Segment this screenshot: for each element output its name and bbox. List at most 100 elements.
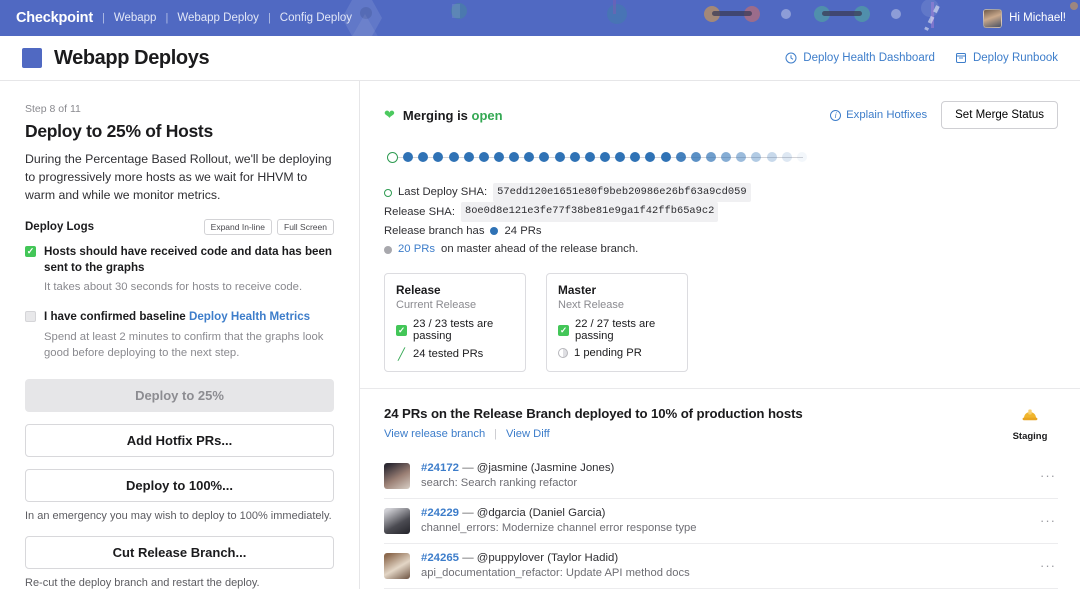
deploy-health-metrics-link[interactable]: Deploy Health Metrics <box>189 310 310 323</box>
progress-dot[interactable] <box>767 152 777 162</box>
deploy-health-dashboard-link[interactable]: Deploy Health Dashboard <box>785 52 935 64</box>
progress-dot[interactable] <box>736 152 746 162</box>
set-merge-status-button[interactable]: Set Merge Status <box>941 101 1058 129</box>
deploy-to-25-button[interactable]: Deploy to 25% <box>25 379 334 412</box>
checkbox-checked-icon[interactable] <box>25 246 36 257</box>
progress-dot[interactable] <box>524 152 534 162</box>
progress-dot[interactable] <box>464 152 474 162</box>
explain-hotfixes-link[interactable]: i Explain Hotfixes <box>830 109 927 121</box>
progress-dot-current[interactable] <box>387 152 398 163</box>
master-ahead-text: on master ahead of the release branch. <box>441 240 638 259</box>
progress-dot[interactable] <box>691 152 701 162</box>
deploy-to-100-button[interactable]: Deploy to 100%... <box>25 469 334 502</box>
progress-dot[interactable] <box>645 152 655 162</box>
progress-dot[interactable] <box>479 152 489 162</box>
check-badge-icon: ✓ <box>396 325 407 336</box>
pr-number[interactable]: #24172 <box>421 462 459 474</box>
pr-description: channel_errors: Modernize channel error … <box>421 522 1029 534</box>
sha-info-block: Last Deploy SHA: 57edd120e1651e80f9beb20… <box>384 183 1058 259</box>
master-card: Master Next Release ✓ 22 / 27 tests are … <box>546 273 688 372</box>
progress-dot[interactable] <box>418 152 428 162</box>
pending-icon <box>558 348 568 358</box>
progress-dot[interactable] <box>403 152 413 162</box>
progress-dot[interactable] <box>585 152 595 162</box>
pr-number[interactable]: #24265 <box>421 552 459 564</box>
view-diff-link[interactable]: View Diff <box>506 428 550 440</box>
master-card-title: Master <box>558 283 676 297</box>
pr-more-menu-icon[interactable]: ··· <box>1040 468 1058 483</box>
pr-number[interactable]: #24229 <box>421 507 459 519</box>
pr-author-handle: @jasmine <box>477 462 528 474</box>
pr-author-avatar <box>384 463 410 489</box>
master-card-pending-row: 1 pending PR <box>558 347 676 359</box>
deploy-runbook-link[interactable]: Deploy Runbook <box>955 52 1058 64</box>
progress-dot[interactable] <box>797 152 807 162</box>
header-links: Deploy Health Dashboard Deploy Runbook <box>785 52 1058 64</box>
pr-row[interactable]: #24229 — @dgarcia (Daniel Garcia) channel… <box>384 498 1058 543</box>
pr-dash: — <box>462 462 473 474</box>
release-card-prs-row: ╱ 24 tested PRs <box>396 347 514 361</box>
checklist-item-label: I have confirmed baseline Deploy Health … <box>44 309 334 325</box>
progress-dot[interactable] <box>449 152 459 162</box>
pr-description: api_documentation_refactor: Update API m… <box>421 567 1029 579</box>
merge-status-text: Merging is open <box>403 108 503 123</box>
progress-dot[interactable] <box>433 152 443 162</box>
progress-dot[interactable] <box>600 152 610 162</box>
pr-row[interactable]: #24172 — @jasmine (Jasmine Jones)search:… <box>384 454 1058 498</box>
expand-inline-button[interactable]: Expand In-line <box>204 219 272 235</box>
page-body: Step 8 of 11 Deploy to 25% of Hosts Duri… <box>0 81 1080 589</box>
nav-link-config-deploy[interactable]: Config Deploy <box>280 12 352 24</box>
progress-dot[interactable] <box>630 152 640 162</box>
explain-hotfixes-label: Explain Hotfixes <box>846 109 927 121</box>
full-screen-button[interactable]: Full Screen <box>277 219 334 235</box>
page-header: Webapp Deploys Deploy Health Dashboard D… <box>0 36 1080 81</box>
progress-dot[interactable] <box>615 152 625 162</box>
release-branch-prs-row: Release branch has 24 PRs <box>384 222 1058 241</box>
release-sha-value[interactable]: 8oe0d8e121e3fe77f38be81e9ga1f42ffb65a9c2 <box>461 202 718 221</box>
deploy-actions: Deploy to 25% Add Hotfix PRs... Deploy t… <box>25 379 334 589</box>
progress-dot[interactable] <box>782 152 792 162</box>
progress-dot[interactable] <box>494 152 504 162</box>
master-card-pending-text: 1 pending PR <box>574 347 642 359</box>
add-hotfix-prs-button[interactable]: Add Hotfix PRs... <box>25 424 334 457</box>
nav-link-webapp-deploy[interactable]: Webapp Deploy <box>177 12 259 24</box>
pr-list: #24172 — @jasmine (Jasmine Jones)search:… <box>360 454 1080 589</box>
link-separator: | <box>494 428 497 440</box>
progress-dot[interactable] <box>751 152 761 162</box>
app-logo-square <box>22 48 42 68</box>
master-card-tests-text: 22 / 27 tests are passing <box>575 318 676 342</box>
master-ahead-prs-link[interactable]: 20 PRs <box>398 240 435 259</box>
cut-release-branch-button[interactable]: Cut Release Branch... <box>25 536 334 569</box>
main-panel: ❤ Merging is open i Explain Hotfixes Set… <box>360 81 1080 589</box>
checkbox-unchecked-icon[interactable] <box>25 311 36 322</box>
deploy-progress-rail <box>387 150 807 164</box>
pr-author-avatar <box>384 553 410 579</box>
progress-dot[interactable] <box>721 152 731 162</box>
checklist-item-hosts-received-code[interactable]: Hosts should have received code and data… <box>25 244 334 295</box>
app-brand[interactable]: Checkpoint <box>16 10 93 26</box>
blue-dot-icon <box>490 227 498 235</box>
progress-dot[interactable] <box>509 152 519 162</box>
pr-more-menu-icon[interactable]: ··· <box>1040 513 1058 528</box>
progress-dot[interactable] <box>555 152 565 162</box>
progress-dot[interactable] <box>676 152 686 162</box>
user-area[interactable]: Hi Michael! <box>983 0 1066 36</box>
pr-row[interactable]: #24265 — @puppylover (Taylor Hadid)api_d… <box>384 543 1058 588</box>
view-release-branch-link[interactable]: View release branch <box>384 428 485 440</box>
nav-separator-1: | <box>102 12 105 24</box>
progress-dot[interactable] <box>706 152 716 162</box>
progress-dot[interactable] <box>570 152 580 162</box>
pr-more-menu-icon[interactable]: ··· <box>1040 558 1058 573</box>
last-deploy-sha-value[interactable]: 57edd120e1651e80f9beb20986e26bf63a9cd059 <box>493 183 750 202</box>
pr-title-line: #24229 — @dgarcia (Daniel Garcia) <box>421 507 1029 519</box>
checklist-item-confirmed-baseline[interactable]: I have confirmed baseline Deploy Health … <box>25 309 334 361</box>
release-status-section: ❤ Merging is open i Explain Hotfixes Set… <box>360 81 1080 389</box>
pr-section-title: 24 PRs on the Release Branch deployed to… <box>384 406 803 421</box>
cut-branch-note: Re-cut the deploy branch and restart the… <box>25 577 334 589</box>
progress-dots[interactable] <box>387 150 807 164</box>
progress-dot[interactable] <box>539 152 549 162</box>
progress-dot[interactable] <box>661 152 671 162</box>
nav-link-webapp[interactable]: Webapp <box>114 12 157 24</box>
avatar[interactable] <box>983 9 1002 28</box>
staging-label: Staging <box>1002 431 1058 442</box>
